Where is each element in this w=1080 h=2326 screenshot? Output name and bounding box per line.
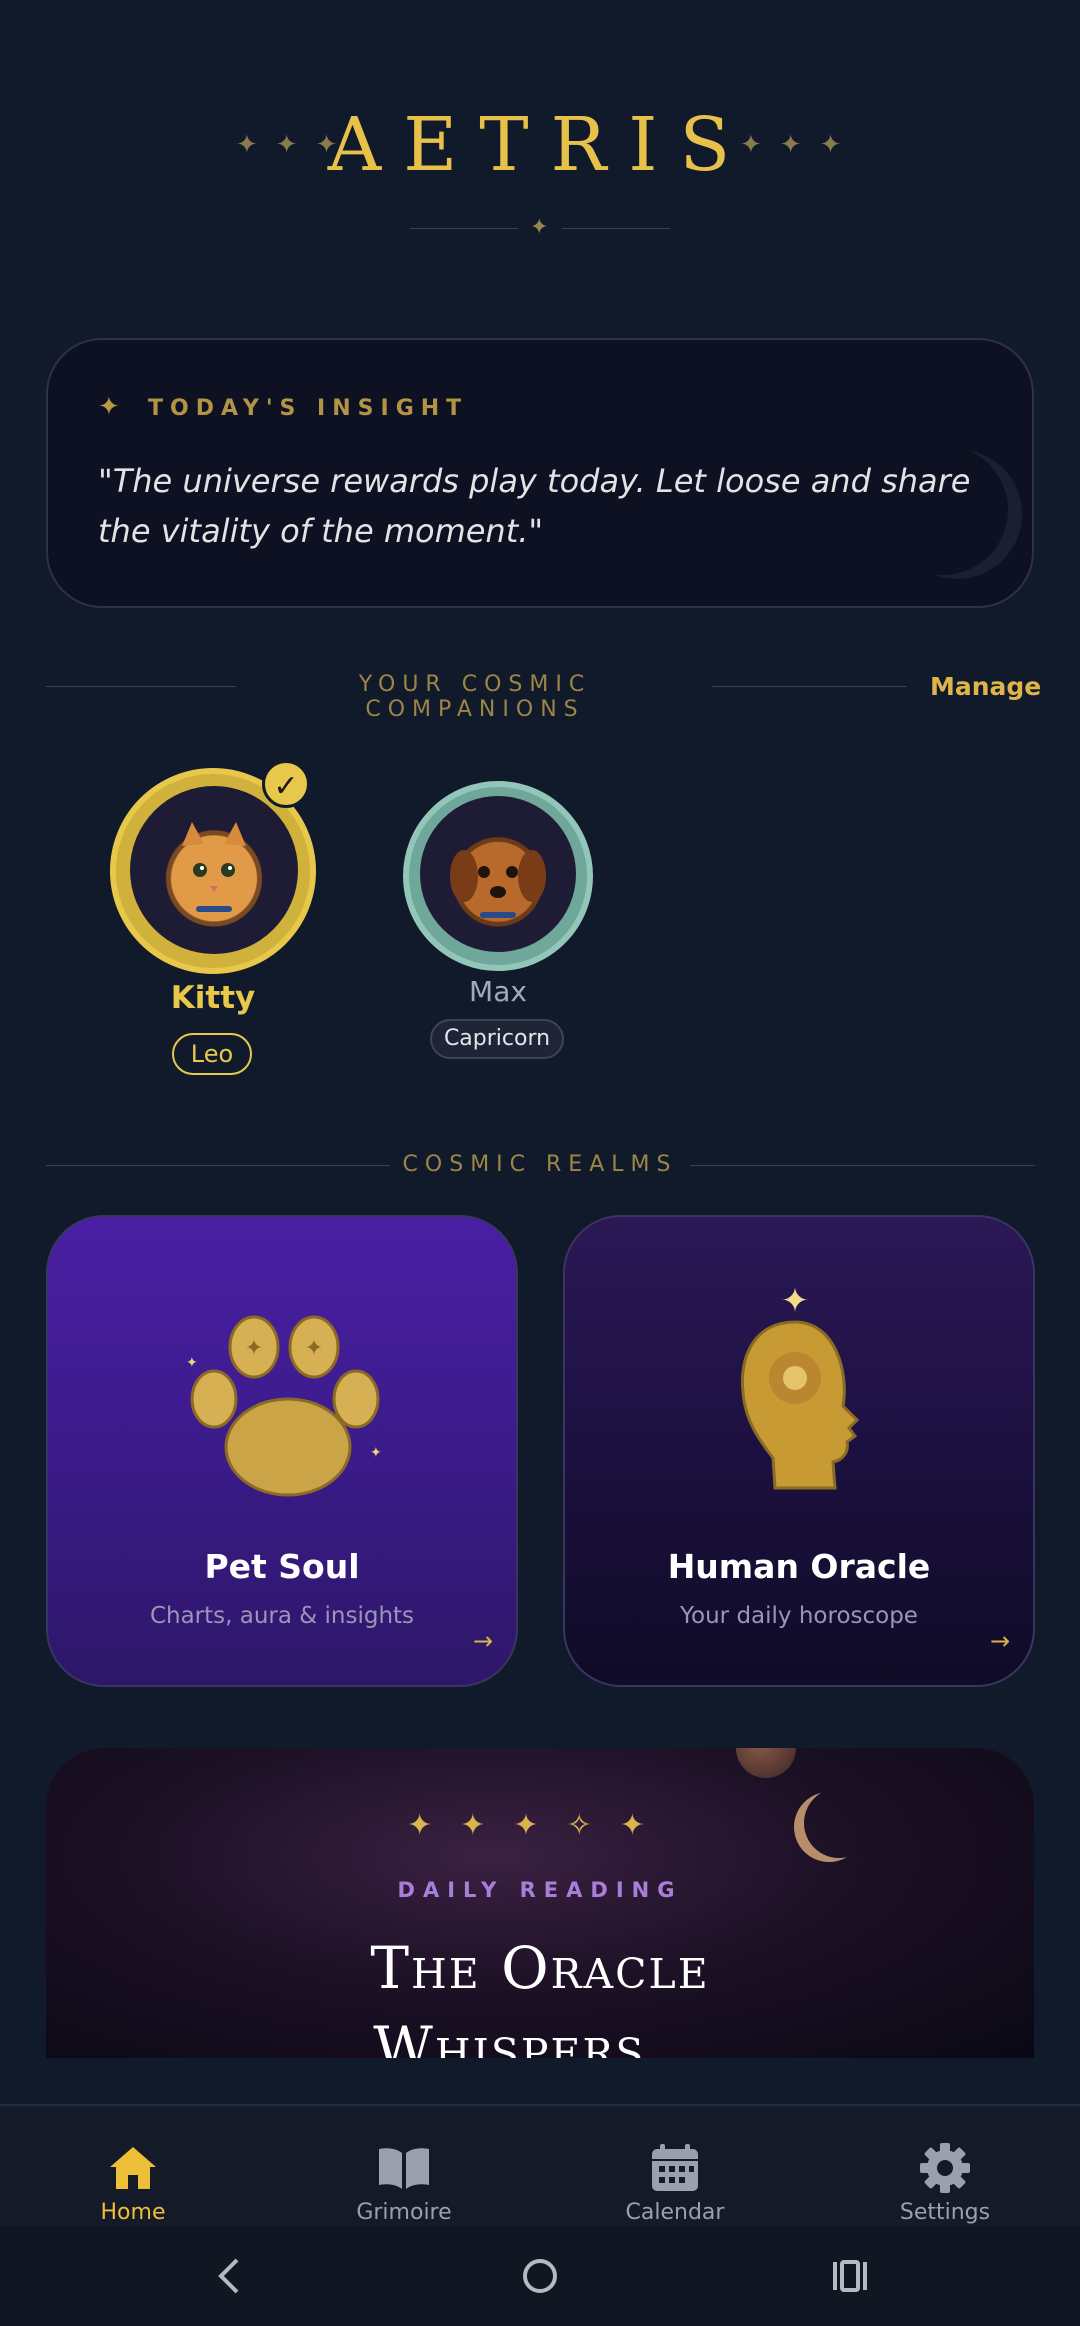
- realms-section-title: COSMIC REALMS: [402, 1152, 678, 1177]
- logo-divider-left: [410, 228, 518, 229]
- nav-grimoire[interactable]: Grimoire: [304, 2140, 504, 2225]
- nav-settings[interactable]: Settings: [845, 2140, 1045, 2225]
- oracle-title-line-2: Whispers...: [373, 2014, 707, 2058]
- cat-portrait-icon: [130, 786, 298, 954]
- nav-calendar-label: Calendar: [625, 2200, 725, 2225]
- pet-soul-title: Pet Soul: [204, 1547, 360, 1586]
- companions-divider-right: [712, 686, 907, 687]
- logo-divider-right: [562, 228, 670, 229]
- book-icon: [304, 2140, 504, 2196]
- svg-text:✦: ✦: [781, 1282, 810, 1321]
- todays-insight-card: ✦ TODAY'S INSIGHT "The universe rewards …: [46, 338, 1034, 608]
- svg-text:✦: ✦: [186, 1355, 198, 1371]
- human-oracle-subtitle: Your daily horoscope: [680, 1603, 918, 1629]
- divider-star-icon: ✦: [530, 215, 549, 240]
- arrow-right-icon: →: [473, 1627, 494, 1655]
- oracle-title: The Oracle Whispers...: [46, 1928, 1034, 2058]
- oracle-stars-icon: ✦✦✦✧✦: [407, 1808, 673, 1843]
- system-navigation-bar: [0, 2226, 1080, 2326]
- human-oracle-title: Human Oracle: [667, 1547, 931, 1586]
- daily-reading-banner[interactable]: ✦✦✦✧✦ DAILY READING The Oracle Whispers.…: [46, 1748, 1034, 2058]
- header-stars-right: ✦✦✦: [740, 130, 860, 160]
- app-logo: AETRIS: [327, 102, 753, 188]
- pet-soul-subtitle: Charts, aura & insights: [149, 1603, 415, 1629]
- companions-divider-left: [46, 686, 236, 687]
- nav-calendar[interactable]: Calendar: [575, 2140, 775, 2225]
- realms-divider-right: [690, 1165, 1035, 1166]
- calendar-icon: [575, 2140, 775, 2196]
- companions-section-title: YOUR COSMIC COMPANIONS: [358, 672, 592, 722]
- zodiac-badge-max: Capricorn: [430, 1019, 564, 1059]
- manage-companions-button[interactable]: Manage: [930, 672, 1041, 701]
- golden-head-icon: ✦: [725, 1281, 875, 1506]
- gear-icon: [845, 2140, 1045, 2196]
- oracle-title-line-1: The Oracle: [370, 1934, 710, 2002]
- recent-apps-icon[interactable]: [820, 2248, 880, 2304]
- svg-text:✦: ✦: [305, 1336, 323, 1361]
- svg-text:✦: ✦: [245, 1336, 263, 1361]
- golden-paw-icon: ✦ ✦ ✦ ✦: [178, 1307, 388, 1511]
- selected-check-icon: ✓: [262, 760, 310, 808]
- pet-name-max: Max: [469, 975, 527, 1008]
- insight-title: TODAY'S INSIGHT: [148, 396, 469, 421]
- back-icon[interactable]: [200, 2248, 260, 2304]
- human-oracle-card[interactable]: ✦ Human Oracle Your daily horoscope →: [563, 1215, 1035, 1687]
- svg-text:✦: ✦: [370, 1445, 382, 1461]
- sparkle-icon: ✦: [98, 392, 120, 422]
- home-icon: [33, 2140, 233, 2196]
- pet-soul-card[interactable]: ✦ ✦ ✦ ✦ Pet Soul Charts, aura & insights…: [46, 1215, 518, 1687]
- nav-grimoire-label: Grimoire: [356, 2200, 452, 2225]
- nav-home-label: Home: [100, 2200, 166, 2225]
- nav-home[interactable]: Home: [33, 2140, 233, 2225]
- pet-name-kitty: Kitty: [170, 980, 256, 1016]
- planet-decoration-icon: [736, 1748, 796, 1778]
- arrow-right-icon: →: [990, 1627, 1011, 1655]
- dog-portrait-icon: [420, 796, 576, 952]
- daily-reading-label: DAILY READING: [397, 1878, 683, 1902]
- zodiac-badge-kitty: Leo: [172, 1033, 252, 1075]
- insight-text: "The universe rewards play today. Let lo…: [98, 462, 971, 550]
- bottom-navigation: Home Grimoire Calendar Settings: [0, 2104, 1080, 2226]
- realms-divider-left: [46, 1165, 390, 1166]
- home-circle-icon[interactable]: [510, 2248, 570, 2304]
- nav-settings-label: Settings: [899, 2200, 991, 2225]
